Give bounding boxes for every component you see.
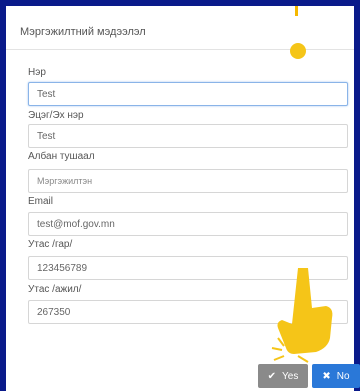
position-label: Албан тушаал bbox=[28, 151, 95, 162]
sparkle-icon bbox=[271, 337, 309, 363]
dialog-title: Мэргэжилтний мэдээлэл bbox=[20, 26, 146, 38]
work-phone-label: Утас /ажил/ bbox=[28, 284, 82, 295]
first-name-input[interactable] bbox=[28, 82, 348, 106]
dialog: Мэргэжилтний мэдээлэл Нэр Эцэг/Эх нэр Ал… bbox=[6, 6, 360, 391]
close-icon: ✖ bbox=[322, 370, 331, 382]
check-icon: ✔ bbox=[267, 370, 277, 382]
first-name-label: Нэр bbox=[28, 67, 46, 78]
no-button-label: No bbox=[336, 370, 350, 382]
email-input[interactable] bbox=[28, 212, 348, 236]
parent-name-label: Эцэг/Эх нэр bbox=[28, 110, 84, 121]
yes-button[interactable]: ✔ Yes bbox=[258, 364, 308, 388]
parent-name-input[interactable] bbox=[28, 124, 348, 148]
no-button[interactable]: ✖ No bbox=[312, 364, 360, 388]
highlight-dot bbox=[290, 43, 306, 59]
position-input[interactable] bbox=[28, 169, 348, 193]
highlight-line bbox=[295, 6, 298, 16]
yes-button-label: Yes bbox=[282, 370, 299, 382]
email-label: Email bbox=[28, 196, 54, 207]
mobile-phone-label: Утас /гар/ bbox=[28, 239, 73, 250]
